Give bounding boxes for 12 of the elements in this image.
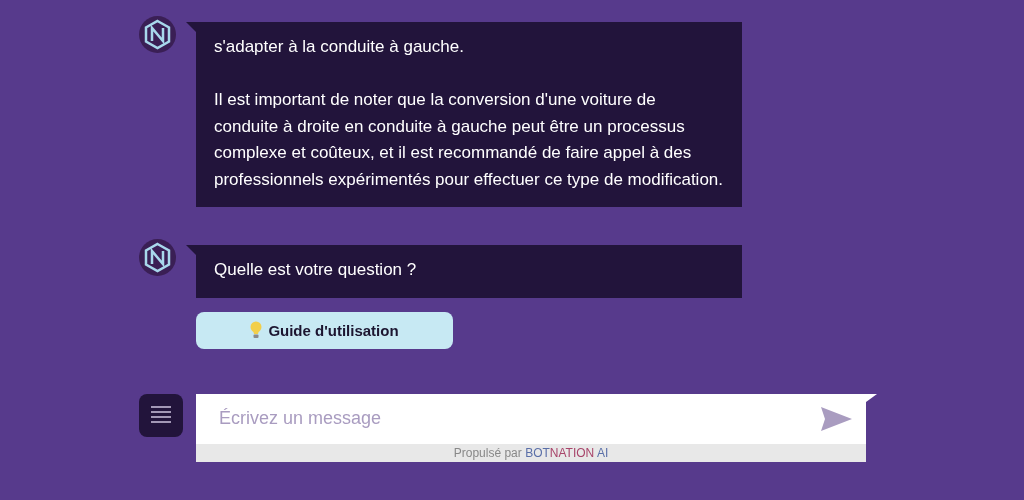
bot-avatar-icon xyxy=(139,239,176,276)
menu-icon xyxy=(151,406,171,424)
message-text: Il est important de noter que la conversion d'une voiture de conduite à droite en conduite à gauche peut être un processus complexe et coûteux, et il est recommandé de faire appel à des professionnels expérimentés pour effectuer ce type de modification. xyxy=(214,89,724,191)
powered-by-text: Propulsé par BOTNATION AI xyxy=(196,443,866,462)
message-input[interactable]: Écrivez un message xyxy=(196,393,821,444)
message-text: Quelle est votre question ? xyxy=(214,259,418,281)
menu-button[interactable] xyxy=(139,393,183,437)
lightbulb-icon xyxy=(250,321,263,339)
send-icon[interactable] xyxy=(821,406,852,431)
guide-button[interactable]: Guide d'utilisation xyxy=(196,311,453,349)
message-text: s'adapter à la conduite à gauche. xyxy=(214,36,465,58)
bot-avatar-icon xyxy=(139,16,176,53)
